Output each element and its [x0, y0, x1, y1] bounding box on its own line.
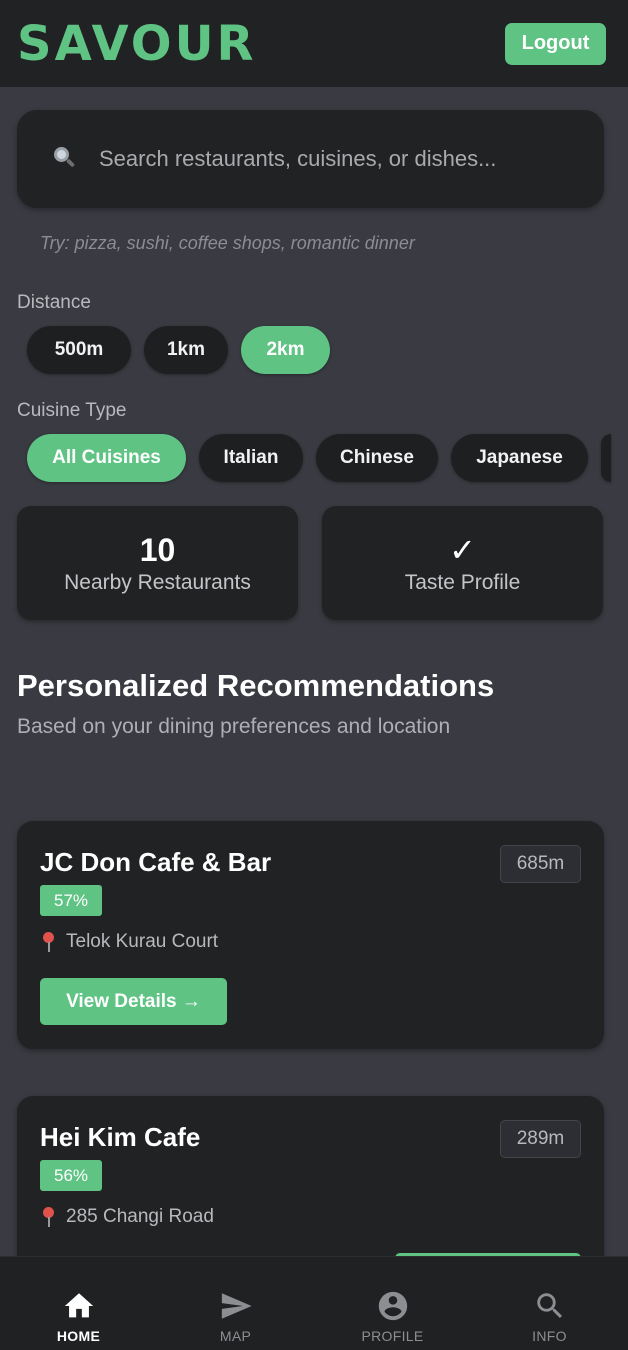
- cuisine-chip-chinese[interactable]: Chinese: [316, 434, 438, 482]
- restaurant-name: Hei Kim Cafe: [40, 1122, 201, 1152]
- search-placeholder: Search restaurants, cuisines, or dishes.…: [99, 146, 497, 171]
- nav-map[interactable]: MAP: [157, 1257, 314, 1350]
- cuisine-chip-all[interactable]: All Cuisines: [27, 434, 186, 482]
- search-hint: Try: pizza, sushi, coffee shops, romanti…: [40, 233, 415, 253]
- nav-profile-label: PROFILE: [361, 1328, 424, 1344]
- nav-info-label: INFO: [532, 1328, 567, 1344]
- cuisine-filter: All Cuisines Italian Chinese Japanese: [27, 434, 611, 482]
- restaurant-card[interactable]: JC Don Cafe & Bar 685m 57% Telok Kurau C…: [17, 821, 604, 1049]
- map-pin-icon: [40, 931, 56, 953]
- recommendations-subtitle: Based on your dining preferences and loc…: [17, 715, 451, 738]
- distance-chip-1km[interactable]: 1km: [144, 326, 228, 374]
- nearby-label: Nearby Restaurants: [64, 571, 251, 594]
- brand-logo: SAVOUR: [17, 15, 257, 72]
- distance-filter: 500m 1km 2km: [27, 326, 330, 374]
- nearby-restaurants-card[interactable]: 10 Nearby Restaurants: [17, 506, 298, 620]
- home-icon: [64, 1293, 93, 1318]
- checkmark-icon: ✓: [449, 532, 476, 568]
- restaurant-address: 285 Changi Road: [40, 1206, 214, 1228]
- view-details-button[interactable]: View Details →: [40, 978, 227, 1025]
- cuisine-chip-overflow[interactable]: [601, 434, 611, 482]
- address-text: 285 Changi Road: [66, 1206, 214, 1227]
- recommendations-title: Personalized Recommendations: [17, 668, 495, 703]
- nav-profile[interactable]: PROFILE: [314, 1257, 471, 1350]
- send-icon: [221, 1293, 252, 1319]
- taste-profile-card[interactable]: ✓ Taste Profile: [322, 506, 603, 620]
- restaurant-address: Telok Kurau Court: [40, 931, 218, 953]
- match-badge: 57%: [40, 885, 102, 916]
- cuisine-label: Cuisine Type: [17, 400, 127, 421]
- logout-button[interactable]: Logout: [505, 22, 606, 65]
- nav-home[interactable]: HOME: [0, 1257, 157, 1350]
- nav-home-label: HOME: [56, 1328, 101, 1344]
- cuisine-chip-italian[interactable]: Italian: [199, 434, 303, 482]
- search-input[interactable]: Search restaurants, cuisines, or dishes.…: [17, 110, 604, 208]
- search-icon: [536, 1293, 562, 1319]
- nav-map-label: MAP: [219, 1328, 252, 1344]
- distance-chip-2km[interactable]: 2km: [241, 326, 330, 374]
- address-text: Telok Kurau Court: [66, 931, 219, 952]
- top-bar: SAVOUR Logout: [0, 0, 628, 87]
- distance-label: Distance: [17, 292, 91, 313]
- nav-info[interactable]: INFO: [471, 1257, 628, 1350]
- restaurant-name: JC Don Cafe & Bar: [40, 847, 272, 877]
- distance-badge: 289m: [500, 1120, 581, 1158]
- taste-profile-label: Taste Profile: [404, 571, 521, 594]
- match-badge: 56%: [40, 1160, 102, 1191]
- nearby-count: 10: [139, 532, 176, 568]
- search-icon: [51, 146, 77, 172]
- cuisine-chip-japanese[interactable]: Japanese: [451, 434, 588, 482]
- map-pin-icon: [40, 1206, 56, 1228]
- distance-badge: 685m: [500, 845, 581, 883]
- bottom-nav: HOME MAP PROFILE INFO: [0, 1256, 628, 1350]
- account-circle-icon: [378, 1291, 407, 1321]
- distance-chip-500m[interactable]: 500m: [27, 326, 131, 374]
